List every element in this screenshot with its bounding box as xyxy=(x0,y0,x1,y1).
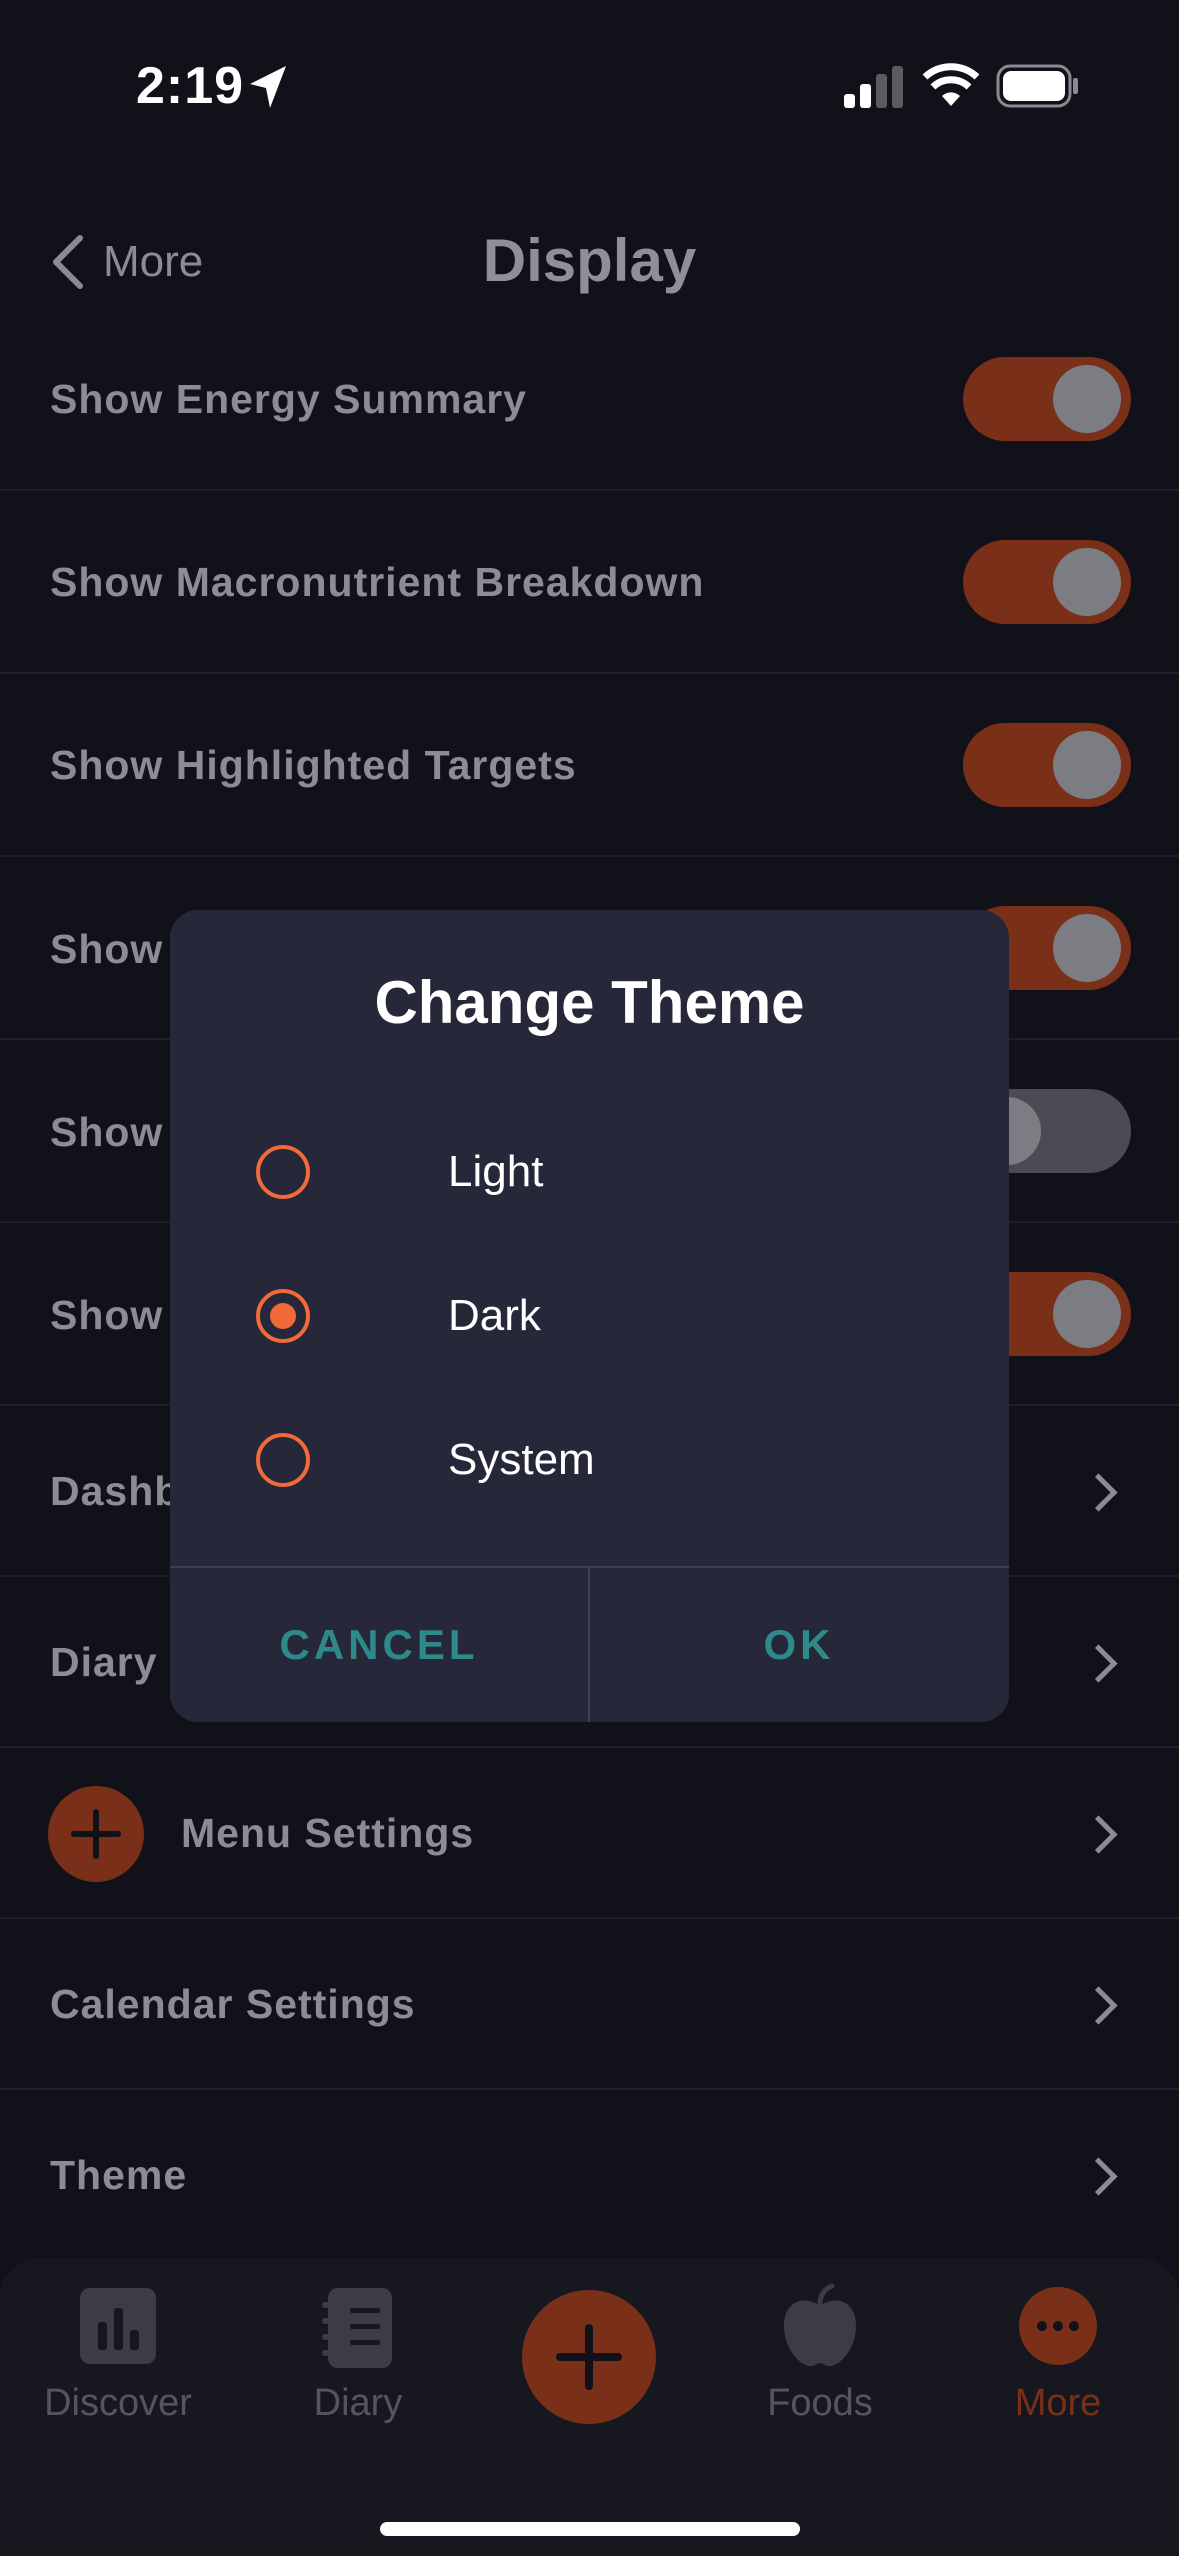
option-label-system: System xyxy=(448,1435,595,1484)
radio-dark[interactable] xyxy=(256,1289,310,1343)
dialog-title: Change Theme xyxy=(374,969,805,1036)
option-light[interactable]: Light xyxy=(256,1127,856,1217)
option-system[interactable]: System xyxy=(256,1415,856,1505)
radio-system[interactable] xyxy=(256,1433,310,1487)
option-label-dark: Dark xyxy=(448,1291,541,1340)
ok-button[interactable]: OK xyxy=(590,1568,1008,1722)
cancel-button[interactable]: CANCEL xyxy=(170,1568,588,1722)
option-label-light: Light xyxy=(448,1147,544,1196)
change-theme-dialog: Change Theme Light Dark System CANCEL OK xyxy=(170,910,1009,1722)
option-dark[interactable]: Dark xyxy=(256,1271,856,1361)
radio-light[interactable] xyxy=(256,1145,310,1199)
radio-selected-dot xyxy=(270,1303,296,1329)
